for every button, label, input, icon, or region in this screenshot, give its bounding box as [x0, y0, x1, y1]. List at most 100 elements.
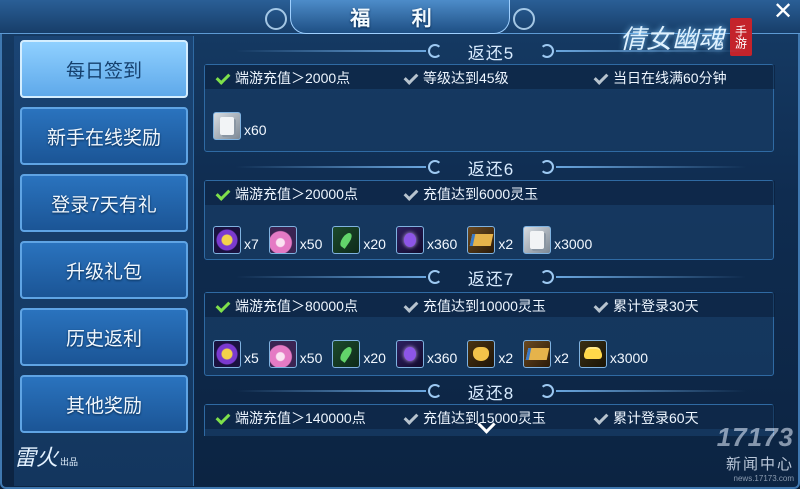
- swirl-ornament-icon: [428, 270, 442, 284]
- section-header: 返还5: [200, 40, 782, 63]
- rebate-panel: 端游充值＞2000点 等级达到45级 当日在线满60分钟 x60: [204, 64, 775, 152]
- scroll-down-arrow-icon[interactable]: [474, 420, 498, 434]
- condition-row: 端游充值＞2000点 等级达到45级 当日在线满60分钟: [205, 65, 775, 89]
- reward-item[interactable]: x7: [213, 226, 259, 254]
- reward-item[interactable]: x50: [268, 340, 323, 368]
- reward-item[interactable]: x20: [332, 340, 386, 368]
- watermark-logo: 17173: [716, 422, 794, 452]
- reward-qty: x3000: [609, 350, 649, 366]
- reward-qty: x2: [498, 236, 514, 252]
- sidebar-item-login-7days[interactable]: 登录7天有礼: [20, 174, 188, 232]
- reward-list: x7 x50 x20 x360 x2 x3000: [213, 223, 602, 257]
- reward-qty: x2: [554, 350, 569, 366]
- swirl-ornament-icon: [428, 160, 442, 174]
- reward-item[interactable]: x360: [395, 340, 458, 368]
- divider: [556, 390, 746, 392]
- section-header: 返还6: [200, 156, 782, 179]
- sidebar: 每日签到 新手在线奖励 登录7天有礼 升级礼包 历史返利 其他奖励: [14, 36, 194, 486]
- section-title: 返还6: [467, 159, 515, 179]
- swirl-ornament-icon: [428, 44, 442, 58]
- condition-item: 端游充值＞140000点: [215, 408, 366, 428]
- herb-icon: [332, 340, 361, 368]
- divider: [236, 276, 426, 278]
- reward-qty: x50: [299, 236, 323, 252]
- reward-item[interactable]: x60: [213, 112, 267, 140]
- reward-item[interactable]: x3000: [523, 226, 592, 254]
- section-header: 返还8: [200, 380, 782, 403]
- condition-item: 等级达到45级: [403, 68, 509, 88]
- sidebar-item-label: 每日签到: [65, 60, 142, 82]
- brand-suffix: 出品: [60, 458, 79, 468]
- condition-text: 端游充值＞140000点: [235, 410, 366, 426]
- swirl-ornament-icon: [540, 44, 554, 58]
- reward-qty: x50: [299, 350, 323, 366]
- reward-qty: x360: [426, 236, 458, 252]
- sidebar-item-levelup-gift[interactable]: 升级礼包: [20, 241, 188, 299]
- reward-item[interactable]: x5: [213, 340, 259, 368]
- condition-text: 端游充值＞2000点: [235, 70, 351, 86]
- condition-row: 端游充值＞20000点 充值达到6000灵玉: [205, 181, 775, 205]
- rebate-list[interactable]: 返还5 端游充值＞2000点 等级达到45级 当日在线满60分钟 x60 返还6…: [200, 36, 782, 436]
- divider: [556, 276, 746, 278]
- watermark-url: news.17173.com: [733, 474, 794, 483]
- sidebar-item-label: 登录7天有礼: [51, 194, 157, 216]
- condition-text: 充值达到6000灵玉: [423, 186, 539, 202]
- condition-text: 充值达到10000灵玉: [423, 298, 546, 314]
- reward-item[interactable]: x2: [523, 340, 569, 368]
- reward-qty: x2: [498, 350, 514, 366]
- reward-item[interactable]: x50: [268, 226, 323, 254]
- reward-list: x60: [213, 109, 277, 143]
- sidebar-item-history-rebate[interactable]: 历史返利: [20, 308, 188, 366]
- reward-item[interactable]: x20: [332, 226, 386, 254]
- reward-item[interactable]: x2: [467, 226, 513, 254]
- reward-item[interactable]: x360: [395, 226, 458, 254]
- pouch-icon: [467, 340, 496, 368]
- scroll-icon: [213, 112, 241, 140]
- divider: [236, 390, 426, 392]
- condition-text: 累计登录30天: [613, 298, 699, 314]
- rebate-panel: 端游充值＞80000点 充值达到10000灵玉 累计登录30天 x5 x50 x…: [204, 292, 775, 376]
- swirl-ornament-icon: [428, 384, 442, 398]
- window-title: 福 利: [265, 0, 535, 34]
- map-icon: [467, 226, 496, 254]
- publisher-brand: 雷火 出品: [14, 440, 78, 472]
- gold-icon: [578, 340, 607, 368]
- check-icon: [215, 71, 229, 85]
- section-header: 返还7: [200, 266, 782, 289]
- watermark: 17173 新闻中心 news.17173.com: [717, 422, 794, 483]
- swirl-ornament-icon: [540, 160, 554, 174]
- divider: [556, 50, 746, 52]
- swirl-ornament-icon: [540, 270, 554, 284]
- orb-icon: [213, 340, 241, 368]
- potion-icon: [395, 226, 424, 254]
- reward-item[interactable]: x3000: [578, 340, 649, 368]
- condition-item: 当日在线满60分钟: [593, 68, 727, 88]
- reward-item[interactable]: x2: [467, 340, 513, 368]
- orb-icon: [213, 226, 241, 254]
- brand-name: 雷火: [14, 446, 59, 471]
- check-icon: [593, 71, 607, 85]
- reward-qty: x60: [244, 122, 267, 138]
- sidebar-item-daily-signin[interactable]: 每日签到: [20, 40, 188, 98]
- divider: [236, 50, 426, 52]
- fan-icon: [268, 340, 297, 368]
- section-title: 返还7: [467, 269, 515, 289]
- swirl-ornament-icon: [540, 384, 554, 398]
- reward-list: x5 x50 x20 x360 x2 x2 x3000: [213, 337, 658, 371]
- map-icon: [523, 340, 552, 368]
- reward-qty: x360: [426, 350, 458, 366]
- condition-text: 端游充值＞80000点: [235, 298, 358, 314]
- condition-item: 端游充值＞20000点: [215, 184, 358, 204]
- check-icon: [593, 411, 607, 425]
- condition-item: 充值达到6000灵玉: [403, 184, 538, 204]
- sidebar-item-newbie-online[interactable]: 新手在线奖励: [20, 107, 188, 165]
- sidebar-item-label: 历史返利: [65, 328, 142, 350]
- rebate-panel: 端游充值＞20000点 充值达到6000灵玉 x7 x50 x20 x360 x…: [204, 180, 775, 260]
- potion-icon: [395, 340, 424, 368]
- condition-item: 端游充值＞2000点: [215, 68, 350, 88]
- check-icon: [403, 411, 417, 425]
- reward-qty: x20: [363, 236, 386, 252]
- condition-item: 充值达到10000灵玉: [403, 296, 546, 316]
- sidebar-item-other-rewards[interactable]: 其他奖励: [20, 375, 188, 433]
- divider: [236, 166, 426, 168]
